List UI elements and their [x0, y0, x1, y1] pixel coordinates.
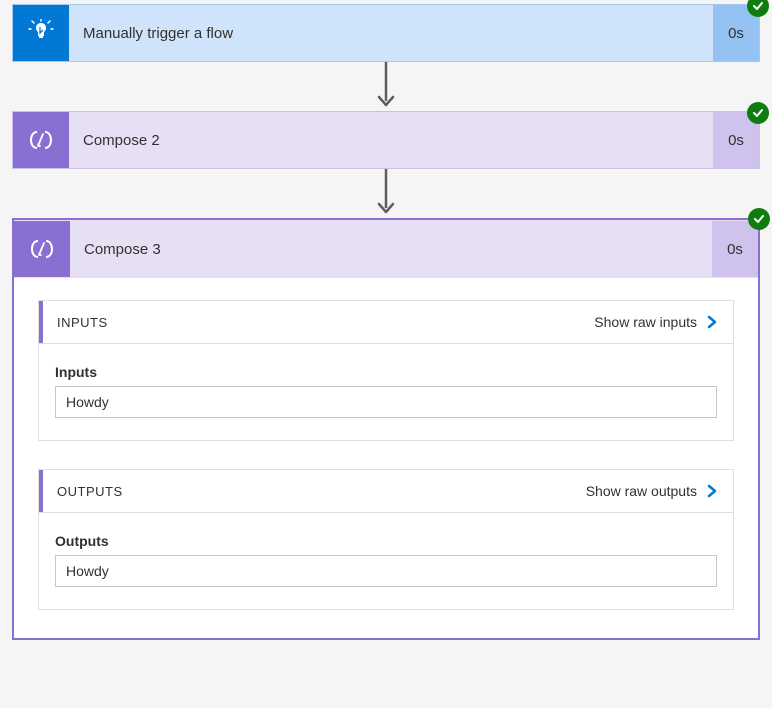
section-body: Inputs Howdy: [39, 344, 733, 440]
card-title: Compose 2: [69, 132, 713, 149]
section-title: OUTPUTS: [51, 484, 123, 499]
outputs-section: OUTPUTS Show raw outputs Outputs Howdy: [38, 469, 734, 610]
flow-card-compose-2[interactable]: Compose 2 0s: [12, 111, 760, 169]
compose-icon: [14, 221, 70, 277]
section-header: OUTPUTS Show raw outputs: [39, 470, 733, 513]
show-raw-outputs-link[interactable]: Show raw outputs: [586, 483, 719, 499]
link-text: Show raw inputs: [594, 314, 697, 330]
show-raw-inputs-link[interactable]: Show raw inputs: [594, 314, 719, 330]
connector-arrow: [0, 168, 772, 218]
chevron-right-icon: [705, 315, 719, 329]
chevron-right-icon: [705, 484, 719, 498]
field-label: Inputs: [55, 364, 717, 380]
connector-arrow: [0, 61, 772, 111]
trigger-icon: [13, 5, 69, 61]
outputs-value-field[interactable]: Howdy: [55, 555, 717, 587]
section-title: INPUTS: [51, 315, 108, 330]
section-header: INPUTS Show raw inputs: [39, 301, 733, 344]
success-check-icon: [747, 102, 769, 124]
section-body: Outputs Howdy: [39, 513, 733, 609]
link-text: Show raw outputs: [586, 483, 697, 499]
flow-card-header[interactable]: Compose 3 0s: [14, 220, 758, 278]
card-title: Manually trigger a flow: [69, 25, 713, 42]
inputs-section: INPUTS Show raw inputs Inputs Howdy: [38, 300, 734, 441]
inputs-value-field[interactable]: Howdy: [55, 386, 717, 418]
success-check-icon: [747, 0, 769, 17]
flow-card-body: INPUTS Show raw inputs Inputs Howdy OUTP…: [14, 278, 758, 638]
card-duration: 0s: [712, 221, 758, 277]
card-title: Compose 3: [70, 241, 712, 258]
flow-card-trigger[interactable]: Manually trigger a flow 0s: [12, 4, 760, 62]
flow-card-compose-3-expanded: Compose 3 0s INPUTS Show raw inputs Inpu…: [12, 218, 760, 640]
compose-icon: [13, 112, 69, 168]
field-label: Outputs: [55, 533, 717, 549]
success-check-icon: [748, 208, 770, 230]
